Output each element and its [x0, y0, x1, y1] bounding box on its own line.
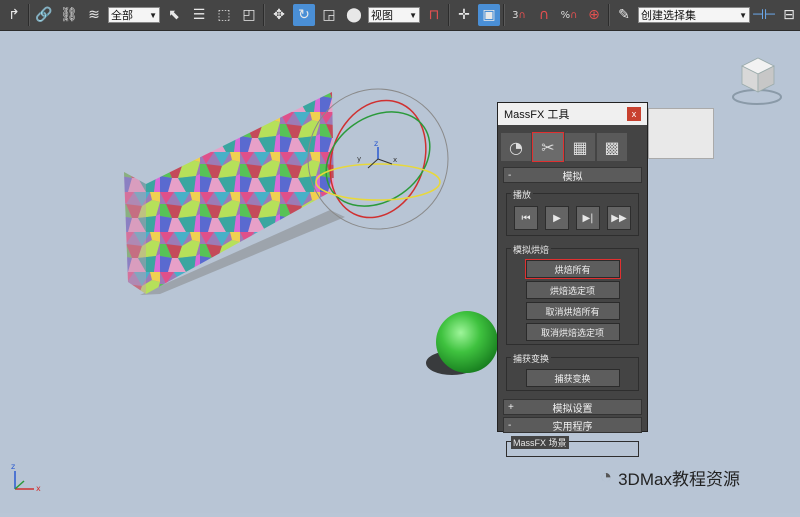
named-selection-value: 创建选择集	[641, 10, 696, 22]
play-simulation-button[interactable]: ▶	[545, 206, 569, 230]
named-selection-dropdown[interactable]: 创建选择集 ▼	[638, 7, 750, 23]
gizmo-axis-x: x	[393, 156, 397, 164]
place-icon[interactable]: ⬤	[343, 4, 365, 26]
capture-transform-button[interactable]: 捕获变换	[525, 369, 620, 387]
selection-filter-value: 全部	[111, 10, 133, 22]
group-baking-label: 模拟烘焙	[511, 243, 552, 256]
globe-icon: ◔	[509, 137, 523, 157]
select-manipulate-icon[interactable]: ✛	[453, 4, 475, 26]
dialog-title: MassFX 工具	[504, 109, 570, 121]
rollout-settings-label: 模拟设置	[552, 403, 593, 415]
chevron-down-icon: ▼	[149, 10, 157, 20]
mirror-icon[interactable]: ⊣⊢	[752, 4, 776, 26]
angle-snap-glyph: ∩	[538, 7, 550, 23]
selection-filter-dropdown[interactable]: 全部 ▼	[108, 7, 160, 23]
group-capture-label: 捕获变换	[511, 352, 552, 365]
spinner-snap-icon[interactable]: ⊕	[583, 4, 605, 26]
perspective-viewport[interactable]: z y x z x	[0, 32, 800, 513]
group-capture-transform: 捕获变换 捕获变换	[506, 352, 639, 391]
reference-coord-value: 视图	[371, 10, 393, 22]
expand-plus-icon: +	[508, 401, 514, 413]
step-simulation-button[interactable]: ▶|	[576, 206, 600, 230]
percent-snap-glyph: %	[560, 9, 571, 21]
tab-world-parameters[interactable]: ◔	[501, 133, 531, 161]
rollout-simulation[interactable]: - 模拟	[503, 167, 642, 183]
separator	[608, 4, 610, 26]
rollout-simulation-settings[interactable]: + 模拟设置	[503, 399, 642, 415]
wall-side-mosaic	[124, 172, 146, 294]
scene-render: z y x z x	[11, 57, 782, 493]
tab-display-options[interactable]: ▩	[597, 133, 627, 161]
gizmo-axis-y: y	[357, 155, 361, 163]
percent-snap-icon[interactable]: % ∩	[558, 4, 580, 26]
display-icon: ▩	[604, 137, 620, 157]
play-all-button[interactable]: ▶▶	[607, 206, 631, 230]
collapse-minus-icon: -	[508, 419, 512, 431]
keyboard-shortcut-icon[interactable]: ▣	[478, 4, 500, 26]
redo-icon[interactable]: ↱	[3, 4, 25, 26]
green-sphere	[436, 311, 498, 373]
rotate-icon[interactable]: ↻	[293, 4, 315, 26]
unbake-all-button[interactable]: 取消烘焙所有	[525, 302, 620, 320]
tab-multi-object-editor[interactable]: ▦	[565, 133, 595, 161]
wechat-icon: ◔	[600, 466, 613, 488]
rollout-utilities-label: 实用程序	[552, 421, 593, 433]
reference-coord-dropdown[interactable]: 视图 ▼	[368, 7, 420, 23]
chevron-down-icon: ▼	[409, 10, 417, 20]
separator	[448, 4, 450, 26]
align-icon[interactable]: ⊟	[778, 4, 800, 26]
unlink-icon[interactable]: ⛓	[58, 4, 80, 26]
corner-axis-x: x	[36, 484, 41, 493]
scale-icon[interactable]: ◲	[318, 4, 340, 26]
bind-spacewarp-icon[interactable]: ≋	[83, 4, 105, 26]
axis-tripod: z x	[11, 462, 41, 493]
watermark: ◔ 3DMax教程资源	[600, 465, 740, 490]
dialog-titlebar[interactable]: MassFX 工具 x	[498, 103, 647, 125]
chevron-down-icon: ▼	[739, 10, 747, 20]
reset-simulation-button[interactable]: ⏮	[514, 206, 538, 230]
group-scene-label: MassFX 场景	[511, 436, 569, 449]
dialog-tabs: ◔ ✂ ▦ ▩	[498, 125, 647, 162]
corner-axis-z: z	[11, 462, 15, 471]
wrench-icon: ✂	[541, 137, 555, 157]
bake-selected-button[interactable]: 烘焙选定项	[525, 281, 620, 299]
bake-all-button[interactable]: 烘焙所有	[524, 259, 621, 279]
massfx-tools-dialog: MassFX 工具 x ◔ ✂ ▦ ▩ - 模拟 播放 ⏮ ▶ ▶| ▶▶ 模拟烘…	[497, 102, 648, 457]
main-toolbar: ↱ 🔗 ⛓ ≋ 全部 ▼ ⬉ ☰ ⬚ ◰ ✥ ↻ ◲ ⬤ 视图 ▼ ⊓ ✛ ▣ 3 ∩…	[0, 0, 800, 31]
group-playback: 播放 ⏮ ▶ ▶| ▶▶	[506, 188, 639, 236]
background-panel-strip	[648, 108, 714, 159]
objects-icon: ▦	[572, 137, 588, 157]
angle-snap-icon[interactable]: ∩	[533, 4, 555, 26]
separator	[263, 4, 265, 26]
select-by-name-icon[interactable]: ☰	[188, 4, 210, 26]
separator	[28, 4, 30, 26]
close-button[interactable]: x	[627, 107, 641, 121]
mosaic-wall	[146, 92, 334, 294]
unbake-selected-button[interactable]: 取消烘焙选定项	[525, 323, 620, 341]
group-simulation-baking: 模拟烘焙 烘焙所有 烘焙选定项 取消烘焙所有 取消烘焙选定项	[506, 243, 639, 345]
collapse-minus-icon: -	[508, 169, 512, 181]
rect-selection-icon[interactable]: ⬚	[213, 4, 235, 26]
rollout-simulation-label: 模拟	[562, 171, 583, 183]
move-icon[interactable]: ✥	[268, 4, 290, 26]
pivot-center-icon[interactable]: ⊓	[423, 4, 445, 26]
snap-toggle-icon[interactable]: 3 ∩	[508, 4, 530, 26]
link-icon[interactable]: 🔗	[33, 4, 55, 26]
separator	[503, 4, 505, 26]
group-playback-label: 播放	[511, 188, 534, 201]
edit-named-selection-icon[interactable]: ✎	[613, 4, 635, 26]
tab-simulation-tools[interactable]: ✂	[532, 132, 564, 162]
watermark-text: 3DMax教程资源	[618, 470, 740, 489]
select-object-icon[interactable]: ⬉	[163, 4, 185, 26]
group-massfx-scene: MassFX 场景	[506, 436, 639, 457]
rollout-utilities[interactable]: - 实用程序	[503, 417, 642, 433]
gizmo-axis-z: z	[374, 139, 378, 148]
window-crossing-icon[interactable]: ◰	[238, 4, 260, 26]
viewcube[interactable]	[732, 57, 782, 105]
